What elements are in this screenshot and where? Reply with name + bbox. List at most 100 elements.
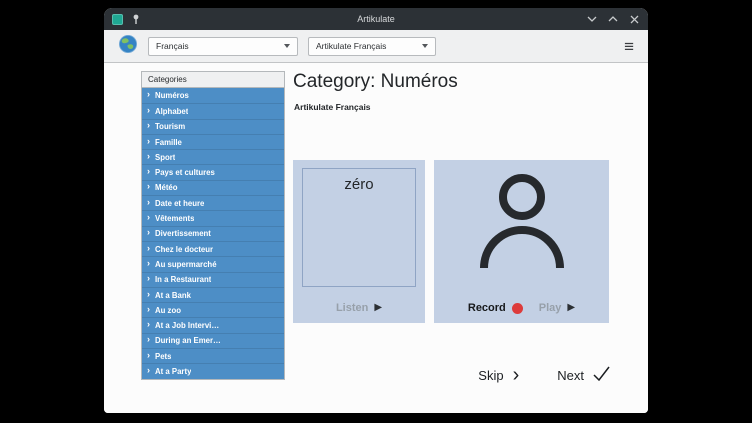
minimize-button[interactable] [586,13,598,25]
sidebar-item-15[interactable]: › At a Job Intervi… [142,317,284,332]
sidebar-item-9[interactable]: › Divertissement [142,226,284,241]
sidebar-item-label: Au zoo [155,306,181,315]
sidebar-item-0[interactable]: › Numéros [142,88,284,103]
chevron-right-icon: › [147,106,150,115]
app-window: Artikulate [104,8,648,413]
chevron-right-icon: › [147,305,150,314]
listen-button[interactable]: Listen ▶ [336,302,382,314]
sidebar-item-label: Date et heure [155,199,204,208]
toolbar: Français Artikulate Français ≡ [104,30,648,63]
sidebar-item-11[interactable]: ›Au supermarché [142,256,284,271]
sidebar-item-6[interactable]: › Météo [142,180,284,195]
sidebar-item-1[interactable]: › Alphabet [142,103,284,118]
skip-button[interactable]: Skip › [478,366,519,384]
sidebar-item-label: Météo [155,183,178,192]
play-icon: ▶ [567,303,575,313]
sidebar-item-7[interactable]: › Date et heure [142,195,284,210]
sidebar-item-label: Numéros [155,91,189,100]
sidebar-item-10[interactable]: › Chez le docteur [142,241,284,256]
category-list: ›Numéros›Alphabet›Tourism›Famille›Sport›… [142,88,284,379]
sidebar-item-label: Alphabet [155,107,188,116]
sidebar-item-label: In a Restaurant [155,275,211,284]
chevron-right-icon: › [147,213,150,222]
sidebar-item-14[interactable]: › Au zoo [142,302,284,317]
globe-icon [118,34,138,59]
sidebar-item-3[interactable]: › Famille [142,134,284,149]
phrase-text: zéro [303,176,415,193]
sidebar-item-12[interactable]: › In a Restaurant [142,272,284,287]
hamburger-menu-button[interactable]: ≡ [624,38,634,55]
categories-header: Categories [142,72,284,88]
record-label: Record [468,302,506,314]
sidebar-item-label: Au supermarché [155,260,217,269]
app-icon [112,14,123,25]
sidebar-item-2[interactable]: › Tourism [142,119,284,134]
play-icon: ▶ [374,303,382,313]
course-select[interactable]: Artikulate Français [308,37,436,56]
sidebar-item-5[interactable]: › Pays et cultures [142,164,284,179]
sidebar-item-18[interactable]: › At a Party [142,363,284,378]
language-select-value: Français [156,41,189,51]
chevron-right-icon: › [147,320,150,329]
sidebar-item-8[interactable]: › Vêtements [142,210,284,225]
sidebar-item-label: At a Job Intervi… [155,321,219,330]
chevron-right-icon: › [147,274,150,283]
sidebar-item-label: Vêtements [155,214,194,223]
sidebar-item-label: Divertissement [155,229,211,238]
sidebar-item-16[interactable]: › During an Emer… [142,333,284,348]
record-button[interactable]: Record [468,302,523,314]
sidebar-item-label: During an Emer… [155,336,221,345]
chevron-right-icon: › [147,335,150,344]
record-dot-icon [512,303,523,314]
desktop-background: Artikulate [0,0,752,423]
next-label: Next [557,368,584,383]
play-label: Play [539,302,562,314]
chevron-right-icon: › [513,366,520,384]
play-button[interactable]: Play ▶ [539,302,575,314]
checkmark-icon [593,366,610,384]
skip-label: Skip [478,368,503,383]
close-button[interactable] [628,13,640,25]
content-area: Categories › Numéros › Alphabet › Tourism › Fam… [104,63,648,413]
language-select[interactable]: Français [148,37,298,56]
chevron-right-icon: › [147,90,150,99]
main-panel: Category: Numéros Artikulate Français zé… [293,63,640,413]
chevron-right-icon: › [147,244,150,253]
record-card: Record Play ▶ [434,160,609,323]
chevron-right-icon: › [147,366,150,375]
chevron-right-icon: › [147,182,150,191]
chevron-right-icon: › [147,167,150,176]
dropdown-arrow-icon [422,44,428,48]
dropdown-arrow-icon [284,44,290,48]
sidebar-item-label: At a Party [155,367,191,376]
titlebar[interactable]: Artikulate [104,8,648,30]
chevron-right-icon: › [147,198,150,207]
sidebar-item-13[interactable]: › At a Bank [142,287,284,302]
phrase-card: zéro Listen ▶ [293,160,425,323]
person-icon [434,170,609,272]
next-button[interactable]: Next [557,366,610,384]
categories-panel: Categories › Numéros › Alphabet › Tourism › Fam… [141,71,285,380]
sidebar-item-label: Famille [155,138,182,147]
window-title: Artikulate [104,14,648,24]
sidebar-item-17[interactable]: ›Pets [142,348,284,363]
page-title: Category: Numéros [293,71,458,93]
chevron-right-icon: › [147,228,150,237]
sidebar-item-label: Sport [155,153,175,162]
listen-label: Listen [336,302,368,314]
course-subtitle: Artikulate Français [294,102,371,112]
chevron-right-icon: › [147,290,150,299]
pin-icon[interactable] [130,13,142,25]
sidebar-item-label: Tourism [155,122,185,131]
sidebar-item-4[interactable]: › Sport [142,149,284,164]
course-select-value: Artikulate Français [316,41,386,51]
phrase-frame: zéro [302,168,416,287]
maximize-button[interactable] [607,13,619,25]
chevron-right-icon: › [147,152,150,161]
sidebar-item-label: Pays et cultures [155,168,215,177]
sidebar-item-label: Chez le docteur [155,245,213,254]
chevron-right-icon: › [147,121,150,130]
chevron-right-icon: › [147,137,150,146]
sidebar-item-label: At a Bank [155,291,191,300]
sidebar-item-label: Pets [155,352,171,361]
